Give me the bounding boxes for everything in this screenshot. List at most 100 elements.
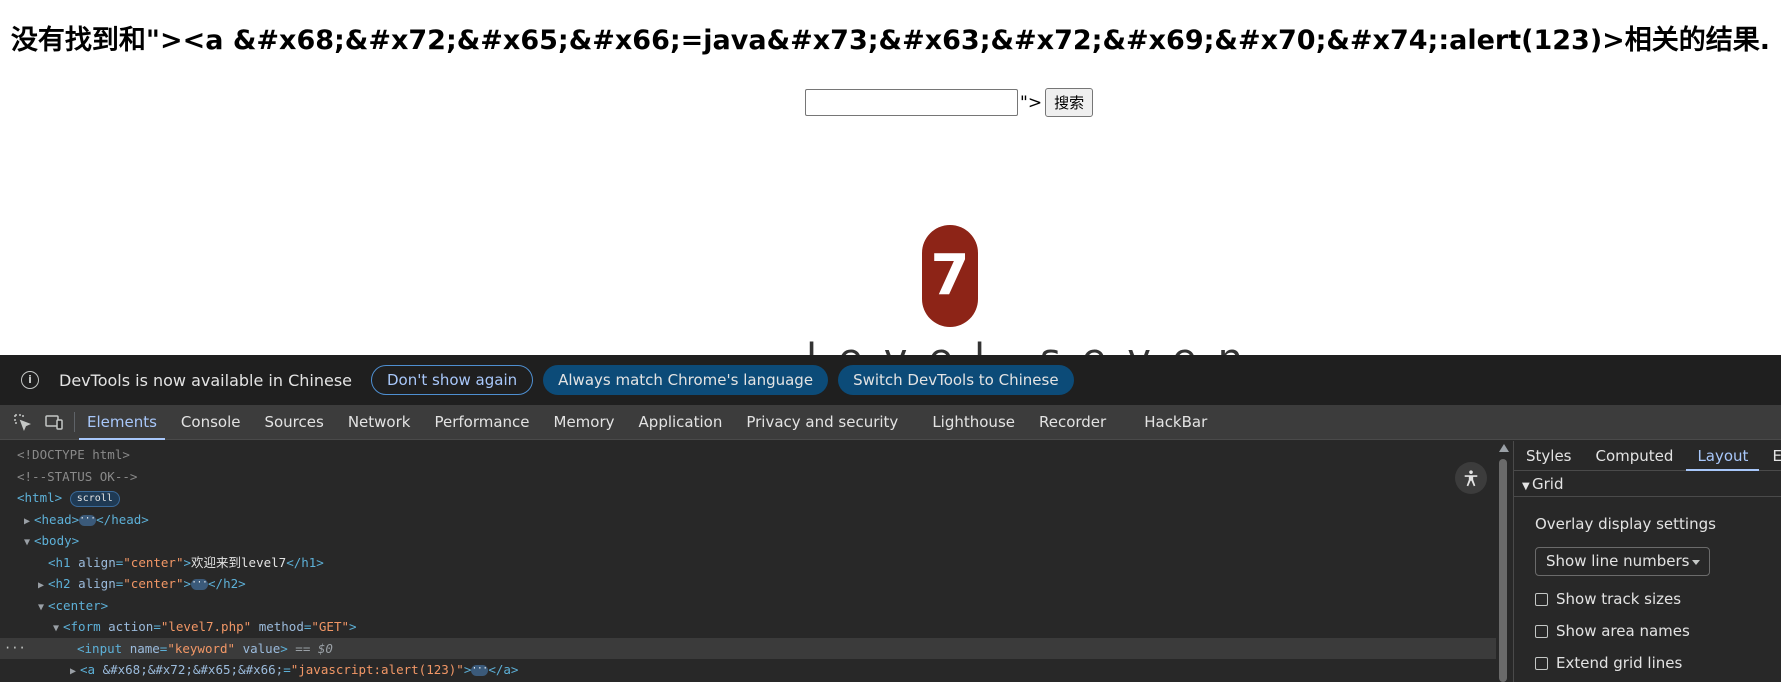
search-input[interactable] [805, 89, 1018, 116]
info-icon: i [21, 371, 39, 389]
styles-sidebar: Styles Computed Layout Ev ▼Grid Overlay … [1513, 441, 1781, 682]
dom-node-h2[interactable]: ▶ <h2 align="center">···</h2> [0, 573, 1496, 595]
tab-privacy-security[interactable]: Privacy and security [734, 405, 910, 440]
checkbox-icon[interactable] [1535, 624, 1548, 638]
collapse-triangle-icon[interactable]: ▼ [38, 597, 48, 619]
h2-attr-value: "center" [123, 576, 184, 591]
collapsed-ellipsis-icon[interactable]: ··· [191, 579, 209, 590]
comment-text: <!--STATUS OK--> [17, 468, 138, 484]
head-open-tag: <head> [34, 511, 80, 527]
line-numbers-select[interactable]: Show line numbers [1535, 547, 1710, 576]
accessibility-tree-button[interactable] [1455, 462, 1487, 494]
devtools-panel: i DevTools is now available in Chinese D… [0, 355, 1781, 682]
dom-node-html[interactable]: <html> scroll [0, 487, 1496, 509]
tab-layout[interactable]: Layout [1685, 441, 1760, 471]
device-toolbar-icon[interactable] [44, 412, 64, 432]
checkbox-icon[interactable] [1535, 656, 1548, 670]
tab-memory[interactable]: Memory [542, 405, 627, 440]
dom-node-form[interactable]: ▼ <form action="level7.php" method="GET"> [0, 616, 1496, 638]
level-caption: level seven [806, 336, 1264, 355]
dom-node-center[interactable]: ▼ <center> [0, 595, 1496, 617]
collapse-triangle-icon[interactable]: ▼ [53, 618, 63, 640]
devtools-tabbar: Elements Console Sources Network Perform… [0, 405, 1781, 440]
dom-node-head[interactable]: ▶ <head>···</head> [0, 509, 1496, 531]
dom-node-input-selected[interactable]: ··· <input name="keyword" value> == $0 [0, 637, 1496, 660]
html-tag: <html> [17, 490, 63, 505]
dom-node-doctype[interactable]: <!DOCTYPE html> [0, 444, 1496, 466]
tab-recorder[interactable]: Recorder [1027, 405, 1118, 440]
a-attr-name: &#x68;&#x72;&#x65;&#x66; [102, 662, 284, 677]
tab-performance[interactable]: Performance [422, 405, 541, 440]
tab-hackbar[interactable]: HackBar [1132, 405, 1219, 440]
tab-computed[interactable]: Computed [1584, 441, 1686, 471]
match-language-button[interactable]: Always match Chrome's language [543, 365, 829, 395]
h1-open-tag: <h1 [48, 554, 79, 570]
a-open-tag: <a [80, 662, 103, 677]
dom-node-body[interactable]: ▼ <body> [0, 530, 1496, 552]
level-number: 7 [930, 243, 970, 308]
form-attr-method: method [258, 619, 304, 634]
tab-styles[interactable]: Styles [1514, 441, 1584, 471]
inspect-element-icon[interactable] [12, 412, 32, 432]
elements-scrollbar[interactable] [1496, 441, 1510, 682]
search-form: "> 搜索 [805, 88, 1094, 117]
doctype-text: <!DOCTYPE html> [17, 447, 130, 462]
tab-application[interactable]: Application [627, 405, 735, 440]
tab-network[interactable]: Network [336, 405, 423, 440]
sidebar-tabs: Styles Computed Layout Ev [1514, 441, 1781, 471]
collapse-triangle-icon: ▼ [1522, 481, 1530, 492]
h1-attr-name: align [78, 554, 116, 570]
checkbox-icon[interactable] [1535, 592, 1548, 606]
dom-node-h1[interactable]: <h1 align="center">欢迎来到level7</h1> [0, 552, 1496, 574]
collapse-triangle-icon[interactable]: ▼ [24, 532, 34, 554]
checkbox-label: Show area names [1556, 622, 1690, 640]
tab-event-listeners[interactable]: Ev [1760, 441, 1781, 471]
search-button[interactable]: 搜索 [1045, 88, 1094, 117]
injected-text: "> [1020, 92, 1043, 113]
selected-node-marker: == $0 [295, 640, 333, 656]
extend-grid-lines-checkbox[interactable]: Extend grid lines [1535, 654, 1781, 672]
chevron-down-icon [1692, 560, 1700, 565]
head-close-tag: </head> [96, 511, 149, 527]
h1-close-tag: </h1> [286, 554, 324, 570]
tab-sources[interactable]: Sources [252, 405, 335, 440]
a-attr-value: "javascript:alert(123)" [290, 662, 464, 677]
h2-attr-name: align [78, 576, 116, 591]
collapsed-ellipsis-icon[interactable]: ··· [471, 665, 489, 676]
checkbox-label: Extend grid lines [1556, 654, 1683, 672]
a-close-tag: </a> [488, 662, 519, 677]
scroll-up-arrow-icon[interactable] [1499, 444, 1509, 452]
scroll-badge[interactable]: scroll [69, 490, 120, 507]
checkbox-label: Show track sizes [1556, 590, 1682, 608]
center-tag: <center> [48, 597, 109, 613]
page-title: 没有找到和"><a &#x68;&#x72;&#x65;&#x66;=java&… [10, 25, 1771, 56]
dom-node-anchor[interactable]: ▶ <a &#x68;&#x72;&#x65;&#x66;="javascript… [0, 659, 1496, 681]
dom-node-comment[interactable]: <!--STATUS OK--> [0, 466, 1496, 488]
h1-attr-value: "center" [123, 554, 184, 570]
switch-language-button[interactable]: Switch DevTools to Chinese [838, 365, 1074, 395]
more-options-icon[interactable]: ··· [4, 638, 26, 660]
h2-open-tag: <h2 [48, 576, 79, 591]
input-name-value: "keyword" [167, 640, 236, 656]
dont-show-again-button[interactable]: Don't show again [371, 365, 534, 395]
input-attr-value: value [242, 640, 281, 656]
accessibility-icon [1464, 470, 1478, 487]
expand-triangle-icon[interactable]: ▶ [70, 661, 80, 682]
grid-section-header[interactable]: ▼ Grid [1514, 471, 1781, 497]
form-method-value: "GET" [311, 619, 350, 634]
overlay-settings-title: Overlay display settings [1535, 515, 1716, 533]
tab-console[interactable]: Console [169, 405, 253, 440]
select-value: Show line numbers [1546, 552, 1690, 570]
expand-triangle-icon[interactable]: ▶ [38, 575, 48, 597]
show-track-sizes-checkbox[interactable]: Show track sizes [1535, 590, 1781, 608]
form-open-tag: <form [63, 619, 109, 634]
form-action-value: "level7.php" [160, 619, 252, 634]
h2-close-tag: </h2> [208, 576, 246, 591]
tab-elements[interactable]: Elements [75, 405, 169, 440]
tab-lighthouse[interactable]: Lighthouse [920, 405, 1027, 440]
show-area-names-checkbox[interactable]: Show area names [1535, 622, 1781, 640]
body-tag: <body> [34, 533, 80, 548]
scroll-thumb[interactable] [1499, 459, 1507, 682]
collapsed-ellipsis-icon[interactable]: ··· [79, 514, 97, 526]
expand-triangle-icon[interactable]: ▶ [24, 511, 34, 533]
